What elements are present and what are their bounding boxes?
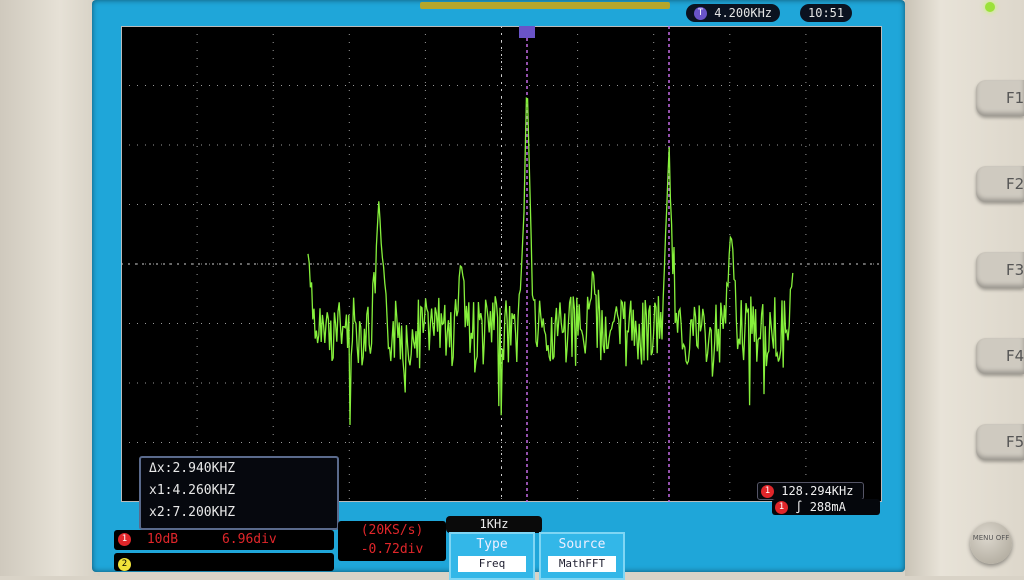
cursor-x1: x1:4.260KHZ (149, 483, 236, 498)
trigger-channel-badge: 1 (775, 501, 788, 514)
marker-channel-badge: 1 (761, 485, 774, 498)
channel2-status[interactable]: 2 (114, 553, 334, 571)
cursor-x2: x2:7.200KHZ (149, 505, 236, 520)
waveform-plot[interactable] (121, 26, 882, 502)
cursor-delta-x: Δx:2.940KHZ (149, 461, 236, 476)
f5-button[interactable]: F5 (976, 424, 1024, 460)
menu-off-button[interactable]: MENU OFF (970, 522, 1012, 564)
softkey-source[interactable]: Source MathFFT (539, 532, 625, 580)
fft-trace (307, 97, 794, 426)
trigger-frequency-value: 4.200KHz (714, 6, 773, 20)
f4-button[interactable]: F4 (976, 338, 1024, 374)
fft-span-value: 1KHz (479, 517, 509, 531)
math-offset: -0.72div (360, 542, 424, 557)
softkey-source-title: Source (558, 537, 606, 552)
clock-time: 10:51 (808, 6, 845, 20)
softkey-type[interactable]: Type Freq (449, 532, 535, 580)
memory-depth-bar (420, 2, 670, 9)
cursor-measurement-panel: Δx:2.940KHZ x1:4.260KHZ x2:7.200KHZ (139, 456, 339, 530)
channel1-status[interactable]: 1 10dB 6.96div (114, 530, 334, 550)
marker-frequency-readout: 1 128.294KHz (757, 482, 864, 500)
softkey-type-value: Freq (458, 556, 526, 572)
sample-rate: (20KS/s) (360, 523, 424, 538)
trigger-level-value: 288mA (809, 500, 846, 514)
f3-button[interactable]: F3 (976, 252, 1024, 288)
softkey-type-title: Type (476, 537, 508, 552)
trigger-frequency-readout: T 4.200KHz (686, 4, 781, 22)
softkey-source-value: MathFFT (548, 556, 616, 572)
trigger-edge-icon: ∫ (795, 500, 803, 514)
math-settings-readout: (20KS/s) -0.72div (338, 521, 446, 561)
channel1-badge: 1 (118, 533, 131, 546)
channel1-scale: 10dB (146, 532, 179, 547)
channel2-badge: 2 (118, 558, 131, 571)
fft-span-readout: 1KHz (446, 516, 542, 533)
channel1-position: 6.96div (221, 532, 277, 547)
clock-readout: 10:51 (800, 4, 853, 22)
f1-button[interactable]: F1 (976, 80, 1024, 116)
scope-bezel-left (0, 0, 100, 576)
power-led-icon (985, 2, 995, 12)
trigger-level-readout: 1 ∫ 288mA (772, 499, 880, 515)
f2-button[interactable]: F2 (976, 166, 1024, 202)
trigger-marker-icon: T (694, 7, 707, 20)
trigger-position-marker (519, 26, 535, 38)
marker-frequency-value: 128.294KHz (781, 484, 854, 498)
fft-plot-svg (121, 26, 882, 502)
